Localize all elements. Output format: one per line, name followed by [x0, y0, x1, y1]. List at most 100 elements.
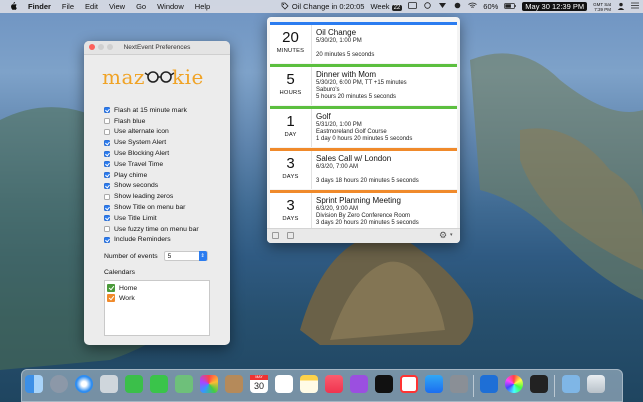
menu-app-name[interactable]: Finder	[28, 2, 51, 11]
system-preferences-icon[interactable]	[450, 375, 468, 393]
status-item-icon-d[interactable]	[453, 2, 462, 11]
mail-stamp-icon[interactable]	[100, 375, 118, 393]
number-of-events-select[interactable]: 5 ⇕	[163, 251, 208, 262]
app-store-icon[interactable]	[425, 375, 443, 393]
photos-icon[interactable]	[200, 375, 218, 393]
checkbox[interactable]	[104, 226, 110, 233]
news-icon[interactable]	[400, 375, 418, 393]
calendar-label: Home	[119, 284, 138, 292]
battery-percent[interactable]: 60%	[483, 2, 498, 11]
finder-icon[interactable]	[25, 375, 43, 393]
option-blocking-alert[interactable]: Use Blocking Alert	[104, 148, 230, 159]
checkbox[interactable]	[104, 139, 110, 146]
menu-help[interactable]: Help	[195, 2, 210, 11]
menu-clock[interactable]: May 30 12:39 PM	[522, 2, 588, 11]
status-item-icon-b[interactable]	[423, 2, 432, 11]
calendar-checkbox[interactable]	[107, 294, 115, 303]
checkbox[interactable]	[104, 150, 110, 157]
event-card[interactable]: 20 MINUTES Oil Change 5/30/20, 1:00 PM 20 m…	[270, 22, 457, 63]
checkbox[interactable]	[104, 118, 110, 125]
option-play-chime[interactable]: Play chime	[104, 170, 230, 181]
option-label: Flash at 15 minute mark	[114, 106, 187, 114]
option-label: Use fuzzy time on menu bar	[114, 225, 199, 233]
option-system-alert[interactable]: Use System Alert	[104, 137, 230, 148]
control-menu-icon[interactable]	[631, 2, 639, 11]
option-flash-15[interactable]: Flash at 15 minute mark	[104, 105, 230, 116]
preferences-window: NextEvent Preferences mazookie maz kie F…	[84, 41, 230, 345]
menu-edit[interactable]: Edit	[85, 2, 98, 11]
option-show-seconds[interactable]: Show seconds	[104, 181, 230, 192]
checkbox[interactable]	[104, 107, 110, 114]
menu-go[interactable]: Go	[136, 2, 146, 11]
option-travel-time[interactable]: Use Travel Time	[104, 159, 230, 170]
checkbox[interactable]	[104, 172, 110, 179]
preferences-titlebar[interactable]: NextEvent Preferences	[84, 41, 230, 55]
event-date: 5/30/20, 1:00 PM	[316, 38, 362, 44]
event-color-bar	[270, 190, 457, 193]
event-card[interactable]: 1 DAY Golf 5/31/20, 1:00 PM Eastmoreland Go…	[270, 106, 457, 147]
menu-bar: Finder File Edit View Go Window Help Oil…	[0, 0, 643, 13]
music-icon[interactable]	[325, 375, 343, 393]
calendars-list[interactable]: Home Work	[104, 280, 210, 337]
menu-file[interactable]: File	[62, 2, 74, 11]
contacts-icon[interactable]	[225, 375, 243, 393]
apple-tv-icon[interactable]	[375, 375, 393, 393]
option-fuzzy-time[interactable]: Use fuzzy time on menu bar	[104, 224, 230, 235]
menu-window[interactable]: Window	[157, 2, 184, 11]
event-date: 6/3/20, 9:00 AM	[316, 206, 359, 212]
option-title-limit[interactable]: Use Title Limit	[104, 213, 230, 224]
option-label: Use Travel Time	[114, 160, 164, 168]
maps-icon[interactable]	[175, 375, 193, 393]
zoom-window-button[interactable]	[107, 44, 113, 50]
calendar-icon[interactable]: 30	[250, 375, 268, 393]
calendar-item-work[interactable]: Work	[107, 293, 209, 303]
terminal-icon[interactable]	[530, 375, 548, 393]
reminders-view-icon[interactable]	[287, 232, 294, 239]
option-include-reminders[interactable]: Include Reminders	[104, 235, 230, 246]
event-countdown: 3 days 18 hours 20 minutes 5 seconds	[316, 178, 419, 184]
launchpad-icon[interactable]	[50, 375, 68, 393]
xcode-icon[interactable]	[480, 375, 498, 393]
event-countdown: 20 minutes 5 seconds	[316, 52, 375, 58]
event-card[interactable]: 3 DAYS Sales Call w/ London 6/3/20, 7:00 A…	[270, 148, 457, 189]
checkbox[interactable]	[104, 161, 110, 168]
gear-icon[interactable]: ⚙	[439, 230, 447, 241]
checkbox[interactable]	[104, 182, 110, 189]
menu-view[interactable]: View	[109, 2, 125, 11]
facetime-icon[interactable]	[125, 375, 143, 393]
option-title-menu-bar[interactable]: Show Title on menu bar	[104, 202, 230, 213]
safari-icon[interactable]	[75, 375, 93, 393]
checkbox[interactable]	[104, 236, 110, 243]
event-card[interactable]: 3 DAYS Sprint Planning Meeting 6/3/20, 9:0…	[270, 190, 457, 231]
calendar-item-home[interactable]: Home	[107, 283, 209, 293]
wifi-icon[interactable]	[468, 2, 478, 11]
chevron-down-icon[interactable]: ▾	[450, 232, 453, 238]
apple-menu-icon[interactable]	[10, 1, 17, 12]
minimize-window-button[interactable]	[98, 44, 104, 50]
event-card[interactable]: 5 HOURS Dinner with Mom 5/30/20, 6:00 PM, …	[270, 64, 457, 105]
checkbox[interactable]	[104, 204, 110, 211]
close-window-button[interactable]	[89, 44, 95, 50]
trash-icon[interactable]	[587, 375, 605, 393]
notes-icon[interactable]	[300, 375, 318, 393]
option-leading-zeros[interactable]: Show leading zeros	[104, 191, 230, 202]
status-item-icon-a[interactable]	[408, 2, 418, 11]
messages-icon[interactable]	[150, 375, 168, 393]
checkbox[interactable]	[104, 193, 110, 200]
downloads-folder-icon[interactable]	[562, 375, 580, 393]
option-alternate-icon[interactable]: Use alternate icon	[104, 127, 230, 138]
checkbox[interactable]	[104, 215, 110, 222]
event-count: 3	[286, 197, 295, 214]
podcasts-icon[interactable]	[350, 375, 368, 393]
user-icon[interactable]	[617, 2, 625, 12]
gmt-clock[interactable]: GMT Sat 7:39 PM	[593, 2, 611, 12]
color-picker-icon[interactable]	[505, 375, 523, 393]
calendar-view-icon[interactable]	[272, 232, 279, 239]
next-event-status-item[interactable]: Oil Change in 0:20:05	[281, 2, 364, 12]
reminders-icon[interactable]	[275, 375, 293, 393]
week-status-item[interactable]: Week 22	[370, 2, 403, 11]
status-item-icon-c[interactable]	[438, 2, 447, 11]
calendar-checkbox[interactable]	[107, 284, 115, 293]
option-flash-blue[interactable]: Flash blue	[104, 116, 230, 127]
checkbox[interactable]	[104, 128, 110, 135]
